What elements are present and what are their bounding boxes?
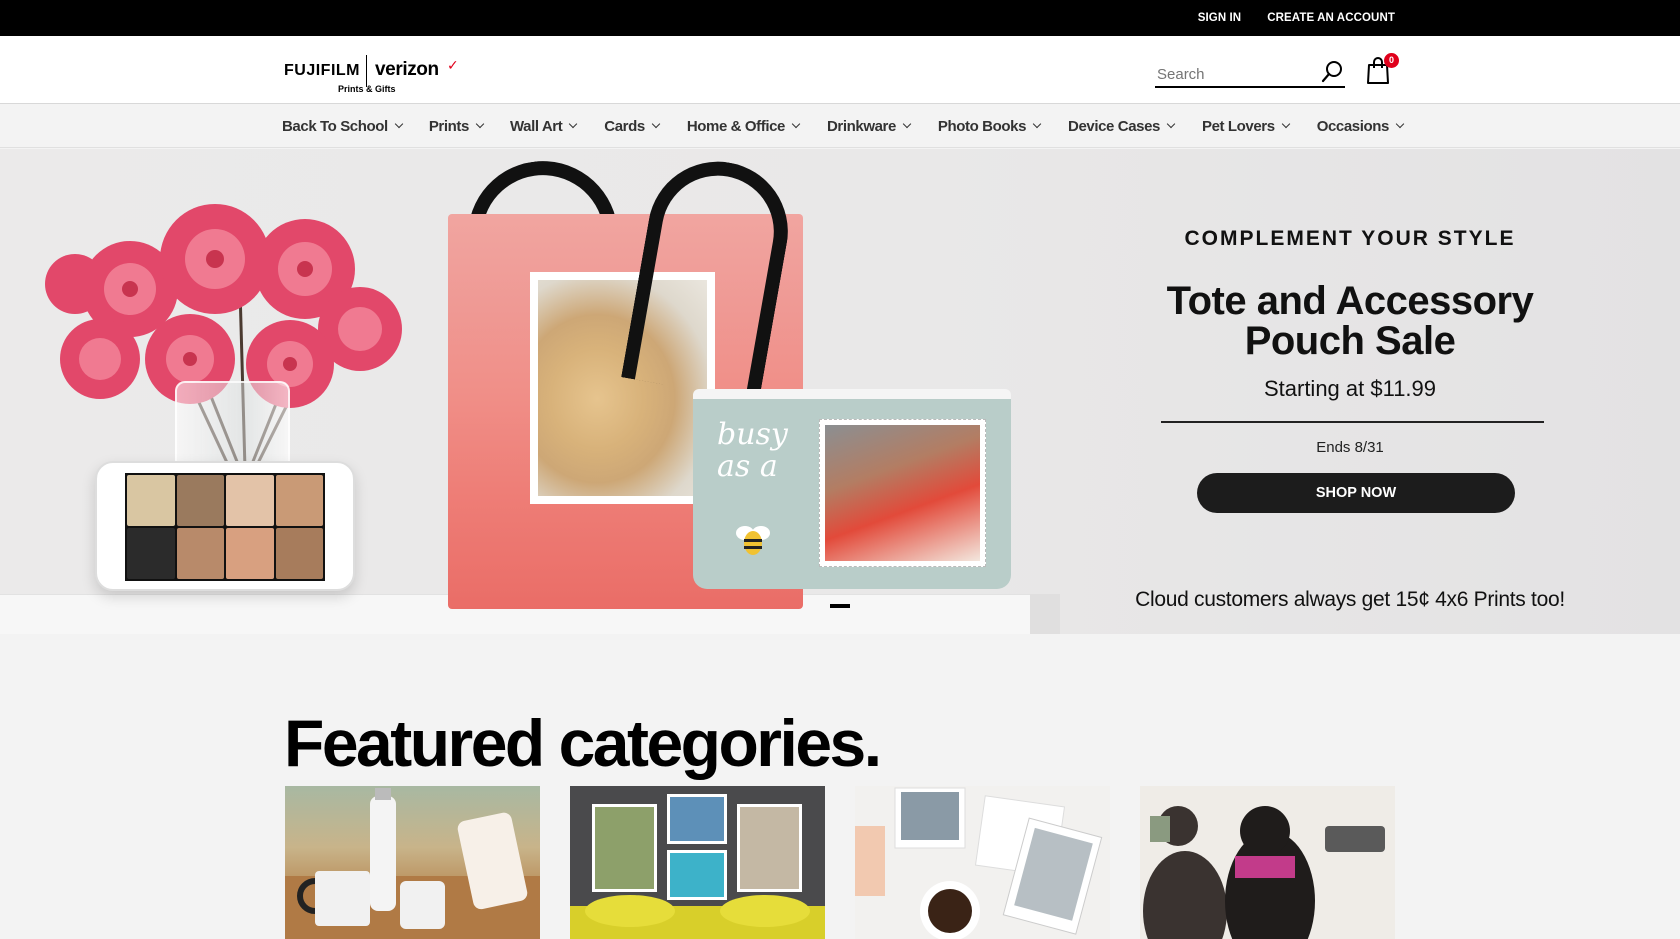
hero-footnote: Cloud customers always get 15¢ 4x6 Print… bbox=[1135, 588, 1565, 611]
chevron-down-icon bbox=[569, 119, 578, 129]
search-input[interactable] bbox=[1157, 64, 1307, 84]
wall-art-image bbox=[570, 794, 825, 939]
pouch-photo bbox=[819, 419, 986, 567]
account-links: SIGN IN CREATE AN ACCOUNT bbox=[1198, 0, 1395, 36]
nav-item-back-to-school[interactable]: Back To School bbox=[282, 117, 404, 135]
phone-image bbox=[95, 461, 355, 591]
nav-item-label: Photo Books bbox=[937, 117, 1027, 135]
nav-item-label: Wall Art bbox=[509, 117, 563, 135]
hero-divider bbox=[1161, 421, 1544, 423]
nav-item-cards[interactable]: Cards bbox=[604, 117, 661, 135]
bee-icon bbox=[736, 526, 770, 555]
sign-in-link[interactable]: SIGN IN bbox=[1198, 12, 1242, 24]
pet-lovers-image bbox=[1140, 786, 1395, 939]
hero-shelf-edge bbox=[1030, 594, 1060, 634]
phone-photo-grid bbox=[125, 473, 325, 581]
hero-end-date: Ends 8/31 bbox=[1316, 439, 1384, 456]
featured-categories-heading: Featured categories. bbox=[284, 706, 882, 780]
featured-category-list bbox=[285, 786, 1395, 939]
chevron-down-icon bbox=[1166, 119, 1176, 129]
nav-menu: Back To School Prints Wall Art Cards Hom… bbox=[282, 104, 1405, 148]
category-card-pet-lovers[interactable] bbox=[1140, 786, 1395, 939]
nav-item-label: Cards bbox=[604, 117, 645, 135]
nav-item-home-office[interactable]: Home & Office bbox=[686, 117, 801, 135]
carousel-indicator[interactable] bbox=[830, 604, 850, 608]
create-account-link[interactable]: CREATE AN ACCOUNT bbox=[1267, 12, 1395, 24]
prints-image bbox=[855, 787, 1103, 939]
site-logo[interactable]: FUJIFILM verizon ✓ Prints & Gifts bbox=[284, 46, 464, 96]
nav-item-wall-art[interactable]: Wall Art bbox=[509, 117, 578, 135]
cart-button[interactable]: 0 bbox=[1366, 52, 1402, 88]
nav-item-label: Home & Office bbox=[686, 117, 786, 135]
nav-item-label: Drinkware bbox=[826, 117, 896, 135]
category-card-prints[interactable] bbox=[855, 786, 1110, 939]
search-bar bbox=[1155, 58, 1345, 88]
hero-title: Tote and Accessory Pouch Sale bbox=[1166, 279, 1534, 363]
logo-divider bbox=[366, 55, 367, 87]
nav-item-label: Prints bbox=[428, 117, 470, 135]
nav-item-prints[interactable]: Prints bbox=[428, 117, 485, 135]
category-card-wall-art[interactable] bbox=[570, 786, 825, 939]
category-card-drinkware[interactable] bbox=[285, 786, 540, 939]
chevron-down-icon bbox=[651, 119, 661, 129]
utility-bar: SIGN IN CREATE AN ACCOUNT bbox=[0, 0, 1680, 36]
chevron-down-icon bbox=[902, 119, 912, 129]
search-icon[interactable] bbox=[1319, 58, 1345, 86]
nav-item-label: Back To School bbox=[282, 117, 388, 135]
pouch-zipper bbox=[693, 389, 1011, 399]
chevron-down-icon bbox=[791, 119, 801, 129]
nav-item-occasions[interactable]: Occasions bbox=[1316, 117, 1405, 135]
nav-item-label: Device Cases bbox=[1068, 117, 1160, 135]
logo-subtitle: Prints & Gifts bbox=[338, 84, 396, 94]
drinkware-image bbox=[285, 788, 540, 939]
hero-price: Starting at $11.99 bbox=[1263, 376, 1437, 401]
chevron-down-icon bbox=[394, 119, 404, 129]
hero-banner[interactable]: busy as a COMPLEMENT YOUR STYLE Tote and… bbox=[0, 149, 1680, 634]
site-header: FUJIFILM verizon ✓ Prints & Gifts 0 bbox=[0, 36, 1680, 104]
fujifilm-logo-text: FUJIFILM bbox=[284, 62, 360, 79]
nav-item-pet-lovers[interactable]: Pet Lovers bbox=[1201, 117, 1290, 135]
cart-count-badge: 0 bbox=[1384, 53, 1399, 68]
verizon-check-icon: ✓ bbox=[447, 57, 459, 73]
nav-item-device-cases[interactable]: Device Cases bbox=[1068, 117, 1176, 135]
nav-item-photo-books[interactable]: Photo Books bbox=[937, 117, 1042, 135]
chevron-down-icon bbox=[1395, 119, 1405, 129]
chevron-down-icon bbox=[1032, 119, 1042, 129]
main-nav: Back To School Prints Wall Art Cards Hom… bbox=[0, 104, 1680, 148]
verizon-logo-text: verizon bbox=[375, 59, 439, 80]
nav-item-drinkware[interactable]: Drinkware bbox=[826, 117, 912, 135]
hero-eyebrow: COMPLEMENT YOUR STYLE bbox=[1184, 227, 1516, 250]
pouch-image: busy as a bbox=[693, 389, 1011, 589]
chevron-down-icon bbox=[475, 119, 485, 129]
nav-item-label: Pet Lovers bbox=[1201, 117, 1275, 135]
pouch-script-text: busy as a bbox=[717, 417, 788, 484]
chevron-down-icon bbox=[1281, 119, 1290, 129]
hero-promo: COMPLEMENT YOUR STYLE Tote and Accessory… bbox=[1130, 149, 1570, 634]
nav-item-label: Occasions bbox=[1316, 117, 1390, 135]
shop-now-button[interactable]: SHOP NOW bbox=[1197, 473, 1515, 513]
